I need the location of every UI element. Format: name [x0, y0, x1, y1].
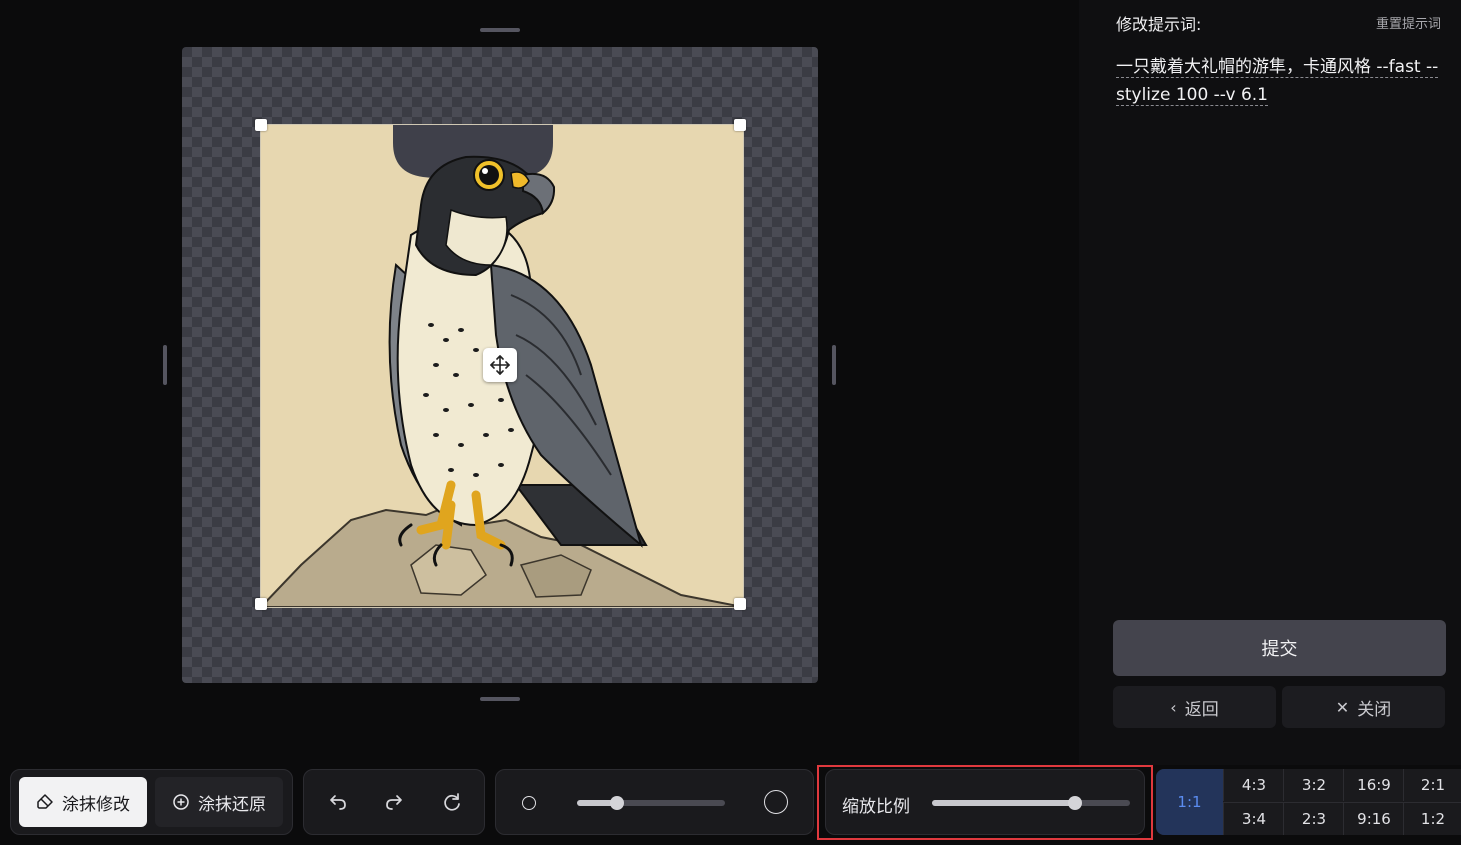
- ratio-option[interactable]: 3:2: [1283, 769, 1344, 801]
- refresh-icon: [444, 793, 460, 811]
- crop-handle-top-right[interactable]: [734, 119, 746, 131]
- chevron-left-icon: ‹: [1170, 697, 1177, 717]
- eraser-icon: [37, 794, 53, 809]
- undo-icon: [330, 795, 346, 810]
- ratio-option[interactable]: 3:4: [1223, 803, 1284, 835]
- edge-handle-left[interactable]: [163, 345, 167, 385]
- back-label: 返回: [1184, 699, 1219, 720]
- aspect-ratio-panel: 1:1 4:3 3:2 16:9 2:1 3:4 2:3 9:16 1:2: [1156, 769, 1461, 835]
- ratio-option-active[interactable]: 1:1: [1156, 769, 1223, 835]
- ratio-option[interactable]: 2:1: [1403, 769, 1461, 801]
- reset-button[interactable]: [430, 777, 474, 827]
- brush-size-slider[interactable]: [577, 796, 725, 810]
- ratio-option[interactable]: 2:3: [1283, 803, 1344, 835]
- prompt-panel: 修改提示词: 重置提示词 一只戴着大礼帽的游隼，卡通风格 --fast --st…: [1079, 0, 1461, 765]
- large-brush-icon: [764, 790, 788, 814]
- brush-size-thumb[interactable]: [609, 796, 624, 810]
- zoom-thumb[interactable]: [1067, 796, 1082, 810]
- panel-title: 修改提示词:: [1116, 15, 1202, 34]
- prompt-text-content: 一只戴着大礼帽的游隼，卡通风格 --fast --stylize 100 --v…: [1116, 57, 1439, 106]
- erase-restore-label: 涂抹还原: [198, 794, 266, 815]
- ratio-option[interactable]: 9:16: [1343, 803, 1404, 835]
- mode-toolbar: 涂抹修改 涂抹还原: [10, 769, 293, 835]
- erase-modify-button[interactable]: 涂抹修改: [19, 777, 147, 827]
- close-label: 关闭: [1357, 699, 1392, 720]
- erase-restore-button[interactable]: 涂抹还原: [155, 777, 283, 827]
- submit-label: 提交: [1261, 639, 1298, 660]
- history-toolbar: [303, 769, 485, 835]
- zoom-label: 缩放比例: [842, 797, 910, 817]
- edge-handle-bottom[interactable]: [480, 697, 520, 701]
- erase-modify-label: 涂抹修改: [62, 794, 130, 815]
- close-button[interactable]: ✕ 关闭: [1282, 686, 1445, 728]
- edge-handle-right[interactable]: [832, 345, 836, 385]
- ratio-option[interactable]: 16:9: [1343, 769, 1404, 801]
- brush-size-toolbar: [495, 769, 814, 835]
- ratio-option[interactable]: 4:3: [1223, 769, 1284, 801]
- reset-prompt-button[interactable]: 重置提示词: [1376, 13, 1441, 32]
- crop-handle-bottom-right[interactable]: [734, 598, 746, 610]
- ratio-option[interactable]: 1:2: [1403, 803, 1461, 835]
- submit-button[interactable]: 提交: [1113, 620, 1446, 676]
- back-button[interactable]: ‹ 返回: [1113, 686, 1276, 728]
- edge-handle-top[interactable]: [480, 28, 520, 32]
- move-icon: [490, 355, 510, 375]
- prompt-text[interactable]: 一只戴着大礼帽的游隼，卡通风格 --fast --stylize 100 --v…: [1116, 53, 1446, 109]
- redo-button[interactable]: [372, 777, 416, 827]
- zoom-fill: [932, 800, 1075, 806]
- close-icon: ✕: [1335, 697, 1350, 717]
- move-handle[interactable]: [483, 348, 517, 382]
- plus-circle-icon: [173, 794, 189, 810]
- zoom-toolbar: 缩放比例: [825, 769, 1145, 835]
- small-brush-icon: [522, 796, 536, 810]
- crop-handle-bottom-left[interactable]: [255, 598, 267, 610]
- zoom-slider[interactable]: [932, 796, 1130, 810]
- crop-handle-top-left[interactable]: [255, 119, 267, 131]
- undo-button[interactable]: [316, 777, 360, 827]
- redo-icon: [386, 795, 402, 810]
